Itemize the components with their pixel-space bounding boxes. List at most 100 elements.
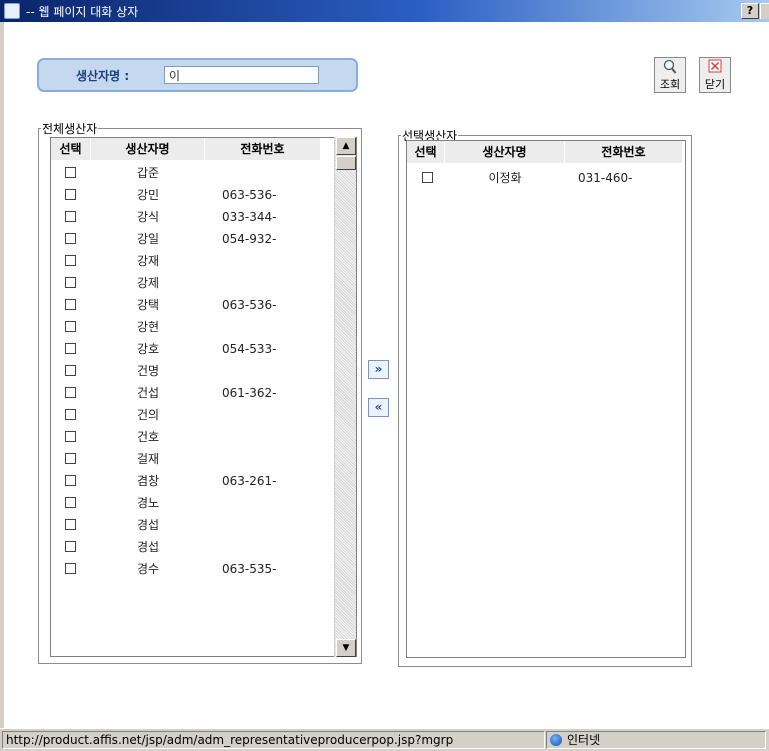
producer-name-cell: 건섭 xyxy=(136,386,160,400)
phone-number-cell: 063-536- xyxy=(222,188,277,202)
window-title: -- 웹 페이지 대화 상자 xyxy=(26,5,139,19)
producer-name-cell: 강호 xyxy=(136,342,160,356)
row-select-checkbox[interactable] xyxy=(65,453,76,464)
phone-number-cell xyxy=(219,360,329,382)
search-panel: 생산자명 : xyxy=(37,58,358,92)
row-select-checkbox[interactable] xyxy=(65,321,76,332)
name-column-header: 생산자명 xyxy=(91,138,205,160)
row-select-checkbox[interactable] xyxy=(65,563,76,574)
row-select-checkbox[interactable] xyxy=(65,211,76,222)
row-select-checkbox[interactable] xyxy=(65,431,76,442)
row-select-checkbox[interactable] xyxy=(65,519,76,530)
row-select-checkbox[interactable] xyxy=(65,541,76,552)
phone-number-cell: 031-460- xyxy=(578,171,633,185)
phone-number-cell xyxy=(219,426,329,448)
search-button-label: 조회 xyxy=(659,78,681,91)
producer-name-cell: 겸창 xyxy=(136,474,160,488)
table-row: 건명 xyxy=(51,360,335,382)
row-select-checkbox[interactable] xyxy=(65,497,76,508)
all-producers-scrollbar[interactable]: ▲ ▼ xyxy=(334,137,356,657)
producer-name-cell: 강제 xyxy=(136,276,160,290)
phone-number-cell xyxy=(219,514,329,536)
table-row: 강현 xyxy=(51,316,335,338)
row-select-checkbox[interactable] xyxy=(65,475,76,486)
globe-icon xyxy=(550,734,562,746)
phone-number-cell: 061-362- xyxy=(222,386,277,400)
producer-name-cell: 경섭 xyxy=(136,518,160,532)
row-select-checkbox[interactable] xyxy=(65,189,76,200)
table-row: 강식 033-344- xyxy=(51,206,335,228)
producer-name-cell: 이정화 xyxy=(488,171,522,185)
table-row: 강민 063-536- xyxy=(51,184,335,206)
phone-number-cell xyxy=(219,448,329,470)
phone-number-cell: 054-533- xyxy=(222,342,277,356)
phone-number-cell xyxy=(219,492,329,514)
selected-producers-list: 선택 생산자명 전화번호 이정화 031-460- xyxy=(406,140,686,658)
window-frame-left xyxy=(0,22,4,728)
table-row: 걸재 xyxy=(51,448,335,470)
close-button-label: 닫기 xyxy=(704,78,726,91)
row-select-checkbox[interactable] xyxy=(65,277,76,288)
row-select-checkbox[interactable] xyxy=(65,343,76,354)
magnifier-icon xyxy=(655,59,685,79)
producer-name-cell: 경수 xyxy=(136,562,160,576)
selected-name-column-header: 생산자명 xyxy=(445,141,565,163)
add-selected-button[interactable]: » xyxy=(368,360,389,379)
scroll-up-arrow-icon[interactable]: ▲ xyxy=(336,137,356,155)
ie-page-icon xyxy=(4,3,20,19)
table-row: 경섭 xyxy=(51,536,335,558)
selected-select-column-header: 선택 xyxy=(407,141,445,163)
window-close-button[interactable] xyxy=(760,3,769,19)
security-zone: 인터넷 xyxy=(546,731,766,749)
table-row: 강재 xyxy=(51,250,335,272)
phone-number-cell xyxy=(219,536,329,558)
row-select-checkbox[interactable] xyxy=(65,299,76,310)
row-select-checkbox[interactable] xyxy=(65,255,76,266)
producer-name-cell: 건명 xyxy=(136,364,160,378)
window-titlebar: -- 웹 페이지 대화 상자 ? xyxy=(0,0,769,22)
producer-name-cell: 강택 xyxy=(136,298,160,312)
remove-selected-button[interactable]: « xyxy=(368,398,389,417)
table-row: 건호 xyxy=(51,426,335,448)
producer-name-cell: 갑준 xyxy=(136,166,160,180)
all-producers-list: 선택 생산자명 전화번호 갑준강민 063-536- 강식 033-344- 강일 054… xyxy=(50,137,357,657)
row-select-checkbox[interactable] xyxy=(422,172,433,183)
scroll-thumb[interactable] xyxy=(336,156,356,170)
table-row: 강일 054-932- xyxy=(51,228,335,250)
phone-number-cell: 063-536- xyxy=(222,298,277,312)
row-select-checkbox[interactable] xyxy=(65,409,76,420)
producer-name-cell: 건호 xyxy=(136,430,160,444)
phone-number-cell xyxy=(219,316,329,338)
close-button[interactable]: 닫기 xyxy=(699,57,731,93)
producer-name-label: 생산자명 : xyxy=(76,69,130,83)
help-button[interactable]: ? xyxy=(741,3,759,19)
producer-name-input[interactable] xyxy=(164,66,319,84)
table-row: 갑준 xyxy=(51,162,335,184)
producer-name-cell: 경노 xyxy=(136,496,160,510)
table-row: 겸창 063-261- xyxy=(51,470,335,492)
status-url: http://product.affis.net/jsp/adm/adm_rep… xyxy=(2,731,545,749)
scroll-down-arrow-icon[interactable]: ▼ xyxy=(336,639,356,657)
producer-name-cell: 걸재 xyxy=(136,452,160,466)
producer-name-cell: 건의 xyxy=(136,408,160,422)
search-button[interactable]: 조회 xyxy=(654,57,686,93)
producer-name-cell: 경섭 xyxy=(136,540,160,554)
status-bar: http://product.affis.net/jsp/adm/adm_rep… xyxy=(0,728,769,751)
phone-number-cell xyxy=(219,272,329,294)
close-x-icon xyxy=(700,59,730,79)
select-column-header: 선택 xyxy=(51,138,91,160)
row-select-checkbox[interactable] xyxy=(65,233,76,244)
table-row: 경노 xyxy=(51,492,335,514)
row-select-checkbox[interactable] xyxy=(65,387,76,398)
row-select-checkbox[interactable] xyxy=(65,167,76,178)
phone-number-cell xyxy=(219,404,329,426)
phone-number-cell xyxy=(219,162,329,184)
row-select-checkbox[interactable] xyxy=(65,365,76,376)
table-row: 건섭 061-362- xyxy=(51,382,335,404)
producer-name-cell: 강현 xyxy=(136,320,160,334)
phone-number-cell xyxy=(219,250,329,272)
phone-column-header: 전화번호 xyxy=(205,138,321,160)
table-row: 강호 054-533- xyxy=(51,338,335,360)
phone-number-cell: 063-535- xyxy=(222,562,277,576)
security-zone-label: 인터넷 xyxy=(567,733,601,747)
